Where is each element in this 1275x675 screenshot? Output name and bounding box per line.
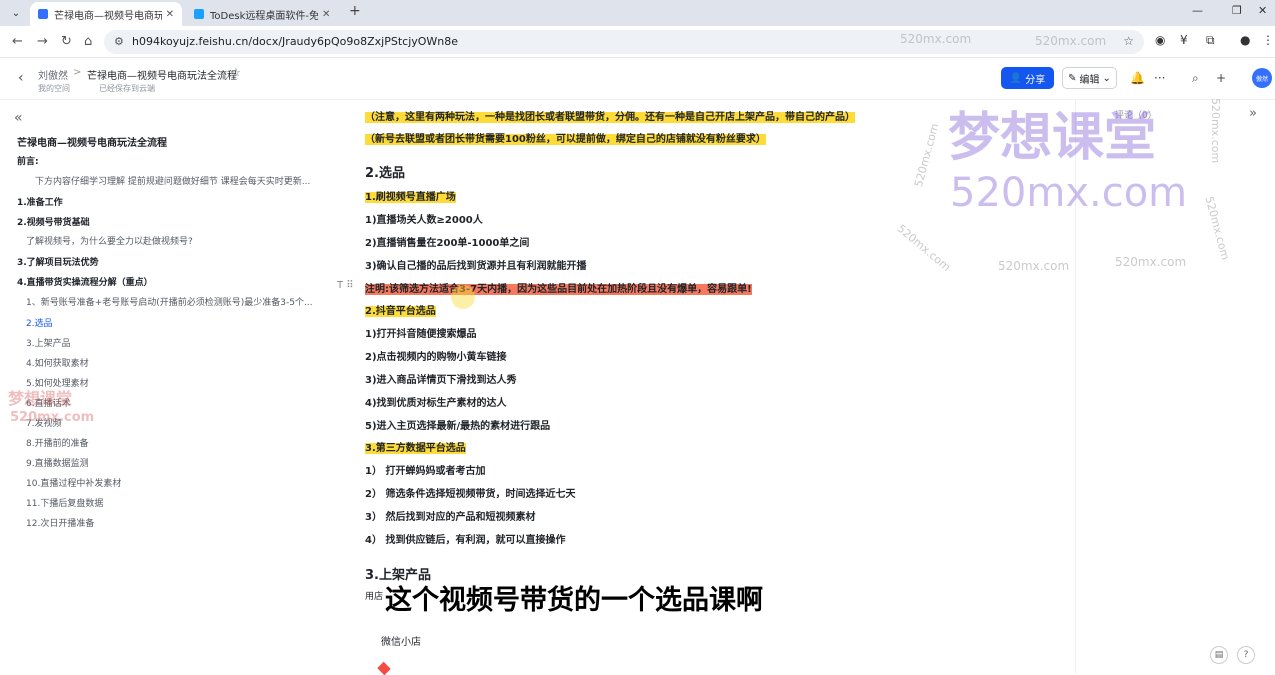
doc-paragraph[interactable]: 1)打开抖音随便搜索爆品 (365, 325, 477, 340)
doc-paragraph[interactable]: 3） 然后找到对应的产品和短视频素材 (365, 508, 535, 523)
user-add-icon: 👤 (1009, 72, 1023, 84)
close-window-icon[interactable]: ✕ (1258, 4, 1267, 17)
minimize-icon[interactable]: — (1192, 4, 1203, 17)
close-tab-icon[interactable]: ✕ (322, 9, 330, 20)
sub-heading[interactable]: 2.抖音平台选品 (365, 306, 436, 317)
maximize-icon[interactable]: ❐ (1232, 4, 1242, 17)
toc-item[interactable]: 8.开播前的准备 (26, 436, 89, 449)
doc-paragraph[interactable]: 1)直播场关人数≥2000人 (365, 211, 483, 226)
browser-tab-feishu[interactable]: 芒禄电商—视频号电商玩法全流程 ✕ (30, 2, 182, 26)
sub-heading[interactable]: 3.第三方数据平台选品 (365, 443, 466, 454)
extension-icon-2[interactable]: ¥ (1180, 33, 1188, 47)
doc-note[interactable]: 注明:该筛选方法适合3-7天内播，因为这些品目前处在加热阶段且没有爆单，容易跟单… (365, 284, 752, 295)
help-icon[interactable]: ? (1237, 646, 1255, 664)
doc-paragraph[interactable]: 1） 打开蝉妈妈或者考古加 (365, 462, 485, 477)
toc-item[interactable]: 2.视频号带货基础 (17, 215, 90, 228)
doc-paragraph[interactable]: 2)直播销售量在200单-1000单之间 (365, 234, 529, 249)
watermark-rotated: 520mx.com (1209, 98, 1222, 164)
toc-item[interactable]: 12.次日开播准备 (26, 516, 94, 529)
back-chevron-icon[interactable]: ‹ (18, 70, 24, 86)
watermark-brand: 梦想课堂 (948, 108, 1157, 168)
toc-item[interactable]: 了解视频号，为什么要全力以赴做视频号? (26, 234, 193, 247)
extensions-puzzle-icon[interactable]: ⧉ (1206, 33, 1215, 48)
doc-paragraph[interactable]: 用店 (365, 589, 383, 602)
add-icon[interactable]: + (1216, 71, 1226, 85)
browser-menu-icon[interactable]: ⋮ (1262, 33, 1274, 47)
doc-paragraph[interactable]: 2)点击视频内的购物小黄车链接 (365, 348, 507, 363)
url-text[interactable]: h094koyujz.feishu.cn/docx/Jraudy6pQo9o8Z… (132, 35, 458, 48)
doc-paragraph[interactable]: 4)找到优质对标生产素材的达人 (365, 394, 507, 409)
toc-item[interactable]: 4.直播带货实操流程分解（重点） (17, 275, 153, 288)
reload-icon[interactable]: ↻ (61, 34, 72, 49)
watermark-domain-left: 520mx.com (10, 410, 95, 425)
back-arrow-icon[interactable]: ← (12, 34, 23, 49)
forward-arrow-icon[interactable]: → (37, 34, 48, 49)
favorite-star-icon[interactable]: ☆ (231, 66, 241, 79)
doc-paragraph[interactable]: 微信小店 (381, 633, 421, 648)
sidebar-toc: « 芒禄电商—视频号电商玩法全流程 前言: 下方内容仔细学习理解 提前规避问题做… (0, 100, 335, 673)
todesk-icon (194, 9, 204, 19)
browser-tab-bar: ⌄ 芒禄电商—视频号电商玩法全流程 ✕ ToDesk远程桌面软件-免费安全 ✕ … (0, 0, 1275, 26)
block-handle-icon[interactable]: T ⠿ (337, 280, 354, 291)
doc-header: ‹ 刘傲然 > 芒禄电商—视频号电商玩法全流程 ☆ 我的空间 已经保存到云端 👤… (0, 58, 1275, 100)
toc-item-active[interactable]: 2.选品 (26, 316, 53, 329)
doc-paragraph[interactable]: 3)确认自己播的品后找到货源并且有利润就能开播 (365, 257, 587, 272)
new-tab-plus-icon[interactable]: + (349, 3, 361, 19)
browser-tab-todesk[interactable]: ToDesk远程桌面软件-免费安全 ✕ (186, 2, 346, 26)
profile-icon[interactable]: ● (1240, 33, 1250, 47)
feishu-doc-icon (38, 9, 48, 19)
watermark-small: 520mx.com (1035, 34, 1107, 48)
watermark-small: 520mx.com (998, 259, 1070, 273)
mouse-cursor-highlight (451, 285, 475, 309)
collapse-sidebar-icon[interactable]: « (14, 110, 23, 126)
bell-icon[interactable]: 🔔 (1130, 71, 1145, 85)
avatar[interactable]: 傲然 (1252, 68, 1272, 88)
space-label[interactable]: 我的空间 (38, 83, 70, 94)
toc-item[interactable]: 10.直播过程中补发素材 (26, 476, 121, 489)
site-settings-icon[interactable]: ⚙ (114, 35, 124, 48)
tab-search-icon[interactable]: ⌄ (6, 3, 26, 23)
more-icon[interactable]: ··· (1154, 71, 1165, 85)
expand-panel-icon[interactable]: » (1249, 106, 1257, 121)
sub-heading[interactable]: 1.刷视频号直播广场 (365, 192, 456, 203)
search-icon[interactable]: ⌕ (1192, 71, 1199, 86)
breadcrumb-parent[interactable]: 刘傲然 (38, 67, 68, 82)
doc-paragraph[interactable]: 2） 筛选条件选择短视频带货，时间选择近七天 (365, 485, 575, 500)
toc-item[interactable]: 11.下播后复盘数据 (26, 496, 103, 509)
toc-item[interactable]: 3.上架产品 (26, 336, 71, 349)
chevron-down-icon: ⌄ (1102, 72, 1111, 84)
bookmark-star-icon[interactable]: ☆ (1123, 34, 1134, 48)
video-subtitle: 这个视频号带货的一个选品课啊 (385, 585, 763, 616)
toc-item[interactable]: 1、新号账号准备+老号账号启动(开播前必须检测账号)最少准备3-5个... (26, 295, 326, 308)
toc-item[interactable]: 9.直播数据监测 (26, 456, 89, 469)
home-icon[interactable]: ⌂ (84, 34, 92, 49)
toc-item[interactable]: 4.如何获取素材 (26, 356, 89, 369)
toc-doc-title[interactable]: 芒禄电商—视频号电商玩法全流程 (17, 134, 167, 149)
share-button[interactable]: 👤 分享 (1001, 67, 1054, 89)
watermark-brand-left: 梦想课堂 (8, 389, 73, 408)
pencil-icon: ✎ (1068, 72, 1077, 84)
toc-item[interactable]: 1.准备工作 (17, 195, 63, 208)
watermark-small: 520mx.com (1115, 255, 1187, 269)
section-heading[interactable]: 2.选品 (365, 162, 405, 181)
doc-paragraph[interactable]: （新号去联盟或者团长带货需要100粉丝，可以提前做，绑定自己的店铺就没有粉丝要求… (365, 134, 766, 145)
breadcrumb-separator: > (73, 67, 82, 78)
edit-button[interactable]: ✎ 编辑 ⌄ (1062, 67, 1117, 89)
toc-item[interactable]: 前言: (17, 154, 39, 167)
close-tab-icon[interactable]: ✕ (166, 9, 174, 20)
doc-title[interactable]: 芒禄电商—视频号电商玩法全流程 (87, 67, 237, 82)
doc-paragraph[interactable]: 5)进入主页选择最新/最热的素材进行跟品 (365, 417, 550, 432)
doc-info-icon[interactable]: ▤ (1210, 646, 1228, 664)
doc-paragraph[interactable]: 4） 找到供应链后，有利润，就可以直接操作 (365, 531, 565, 546)
watermark-small: 520mx.com (900, 32, 972, 46)
watermark-domain: 520mx.com (950, 170, 1188, 216)
extension-icon[interactable]: ◉ (1155, 33, 1165, 47)
toc-item[interactable]: 3.了解项目玩法优势 (17, 255, 99, 268)
doc-paragraph[interactable]: （注意，这里有两种玩法，一种是找团长或者联盟带货，分佣。还有一种是自己开店上架产… (365, 112, 855, 123)
save-status: 已经保存到云端 (99, 84, 155, 93)
doc-paragraph[interactable]: 3)进入商品详情页下滑找到达人秀 (365, 371, 517, 386)
url-bar[interactable]: ⚙ h094koyujz.feishu.cn/docx/Jraudy6pQo9o… (104, 30, 1144, 54)
toc-item[interactable]: 下方内容仔细学习理解 提前规避问题做好细节 课程会每天实时更新... (35, 174, 325, 187)
